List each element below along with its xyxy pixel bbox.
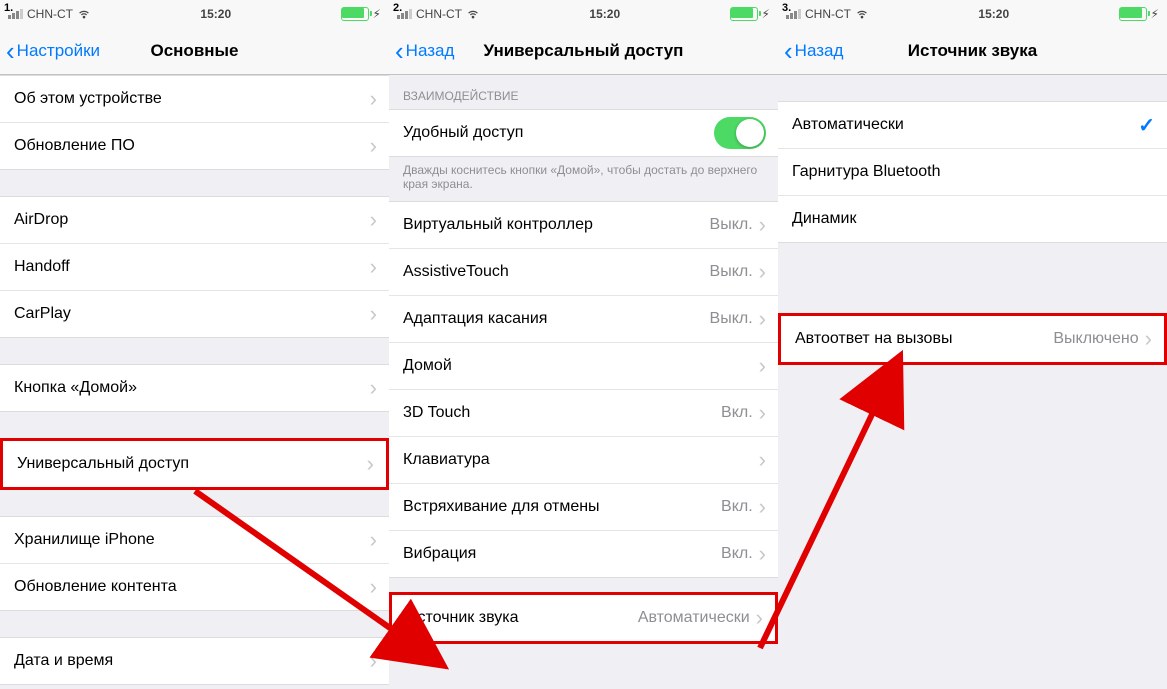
chevron-right-icon: › <box>759 494 766 520</box>
chevron-right-icon: › <box>370 301 377 327</box>
clock: 15:20 <box>200 7 231 21</box>
cell-airdrop[interactable]: AirDrop › <box>0 197 389 244</box>
chevron-right-icon: › <box>759 447 766 473</box>
chevron-right-icon: › <box>759 400 766 426</box>
chevron-right-icon: › <box>1145 326 1152 352</box>
group-home-button: Кнопка «Домой» › <box>0 364 389 412</box>
battery-icon <box>1119 7 1147 21</box>
cell-carplay[interactable]: CarPlay › <box>0 291 389 337</box>
clock: 15:20 <box>589 7 620 21</box>
cell-accessibility[interactable]: Универсальный доступ › <box>3 441 386 487</box>
charging-icon: ⚡︎ <box>1151 7 1159 21</box>
back-button[interactable]: ‹ Настройки <box>0 38 100 64</box>
nav-bar: ‹ Назад Универсальный доступ <box>389 28 778 75</box>
cell-keyboard[interactable]: Клавиатура › <box>389 437 778 484</box>
screen-audio-source: 3. CHN-CT 15:20 ⚡︎ ‹ Назад Источник звук… <box>778 0 1167 689</box>
status-bar: CHN-CT 15:20 ⚡︎ <box>778 0 1167 28</box>
group-auto-answer: Автоответ на вызовы Выключено› <box>778 313 1167 365</box>
wifi-icon <box>77 7 91 21</box>
status-bar: CHN-CT 15:20 ⚡︎ <box>389 0 778 28</box>
chevron-right-icon: › <box>370 133 377 159</box>
group-interaction: Виртуальный контроллер Выкл.› AssistiveT… <box>389 201 778 578</box>
cell-software-update[interactable]: Обновление ПО › <box>0 123 389 169</box>
chevron-right-icon: › <box>759 541 766 567</box>
carrier-label: CHN-CT <box>805 7 851 21</box>
back-button[interactable]: ‹ Назад <box>778 38 843 64</box>
section-footer: Дважды коснитесь кнопки «Домой», чтобы д… <box>389 157 778 201</box>
group-connectivity: AirDrop › Handoff › CarPlay › <box>0 196 389 338</box>
group-date-time: Дата и время › <box>0 637 389 685</box>
cell-route-auto[interactable]: Автоматически ✓ <box>778 102 1167 149</box>
chevron-right-icon: › <box>370 207 377 233</box>
cell-auto-answer[interactable]: Автоответ на вызовы Выключено› <box>781 316 1164 362</box>
screen-general: 1. CHN-CT 15:20 ⚡︎ ‹ Настройки Основные … <box>0 0 390 689</box>
chevron-right-icon: › <box>759 212 766 238</box>
cell-handoff[interactable]: Handoff › <box>0 244 389 291</box>
chevron-right-icon: › <box>759 353 766 379</box>
nav-bar: ‹ Настройки Основные <box>0 28 389 75</box>
cell-touch-accommodations[interactable]: Адаптация касания Выкл.› <box>389 296 778 343</box>
chevron-right-icon: › <box>759 259 766 285</box>
battery-icon <box>730 7 758 21</box>
section-header: Взаимодействие <box>389 75 778 109</box>
carrier-label: CHN-CT <box>27 7 73 21</box>
status-bar: CHN-CT 15:20 ⚡︎ <box>0 0 389 28</box>
group-reachability: Удобный доступ <box>389 109 778 157</box>
chevron-right-icon: › <box>370 527 377 553</box>
charging-icon: ⚡︎ <box>762 7 770 21</box>
back-button[interactable]: ‹ Назад <box>389 38 454 64</box>
group-about: Об этом устройстве › Обновление ПО › <box>0 75 389 170</box>
carrier-label: CHN-CT <box>416 7 462 21</box>
wifi-icon <box>466 7 480 21</box>
clock: 15:20 <box>978 7 1009 21</box>
cell-switch-control[interactable]: Виртуальный контроллер Выкл.› <box>389 202 778 249</box>
nav-bar: ‹ Назад Источник звука <box>778 28 1167 75</box>
cell-about-device[interactable]: Об этом устройстве › <box>0 76 389 123</box>
step-number: 3. <box>782 2 791 14</box>
step-number: 2. <box>393 2 402 14</box>
group-storage: Хранилище iPhone › Обновление контента › <box>0 516 389 611</box>
cell-background-refresh[interactable]: Обновление контента › <box>0 564 389 610</box>
chevron-right-icon: › <box>370 574 377 600</box>
chevron-right-icon: › <box>370 648 377 674</box>
cell-assistive-touch[interactable]: AssistiveTouch Выкл.› <box>389 249 778 296</box>
back-label: Назад <box>795 41 844 61</box>
cell-date-time[interactable]: Дата и время › <box>0 638 389 684</box>
charging-icon: ⚡︎ <box>373 7 381 21</box>
group-accessibility: Универсальный доступ › <box>0 438 389 490</box>
cell-route-speaker[interactable]: Динамик <box>778 196 1167 242</box>
group-audio-source: Источник звука Автоматически› <box>389 592 778 644</box>
step-number: 1. <box>4 2 13 14</box>
cell-home-button[interactable]: Кнопка «Домой» › <box>0 365 389 411</box>
cell-route-bluetooth[interactable]: Гарнитура Bluetooth <box>778 149 1167 196</box>
cell-vibration[interactable]: Вибрация Вкл.› <box>389 531 778 577</box>
wifi-icon <box>855 7 869 21</box>
cell-home[interactable]: Домой › <box>389 343 778 390</box>
toggle-switch[interactable] <box>714 117 766 149</box>
back-label: Назад <box>406 41 455 61</box>
chevron-right-icon: › <box>759 306 766 332</box>
chevron-left-icon: ‹ <box>784 38 793 64</box>
checkmark-icon: ✓ <box>1138 113 1155 138</box>
chevron-right-icon: › <box>370 86 377 112</box>
chevron-right-icon: › <box>367 451 374 477</box>
cell-iphone-storage[interactable]: Хранилище iPhone › <box>0 517 389 564</box>
group-routes: Автоматически ✓ Гарнитура Bluetooth Дина… <box>778 101 1167 243</box>
chevron-left-icon: ‹ <box>395 38 404 64</box>
chevron-right-icon: › <box>756 605 763 631</box>
back-label: Настройки <box>17 41 100 61</box>
battery-icon <box>341 7 369 21</box>
cell-shake-to-undo[interactable]: Встряхивание для отмены Вкл.› <box>389 484 778 531</box>
cell-audio-source[interactable]: Источник звука Автоматически› <box>392 595 775 641</box>
chevron-left-icon: ‹ <box>6 38 15 64</box>
chevron-right-icon: › <box>370 254 377 280</box>
screen-accessibility: 2. CHN-CT 15:20 ⚡︎ ‹ Назад Универсальный… <box>389 0 779 689</box>
cell-3d-touch[interactable]: 3D Touch Вкл.› <box>389 390 778 437</box>
chevron-right-icon: › <box>370 375 377 401</box>
cell-reachability[interactable]: Удобный доступ <box>389 110 778 156</box>
